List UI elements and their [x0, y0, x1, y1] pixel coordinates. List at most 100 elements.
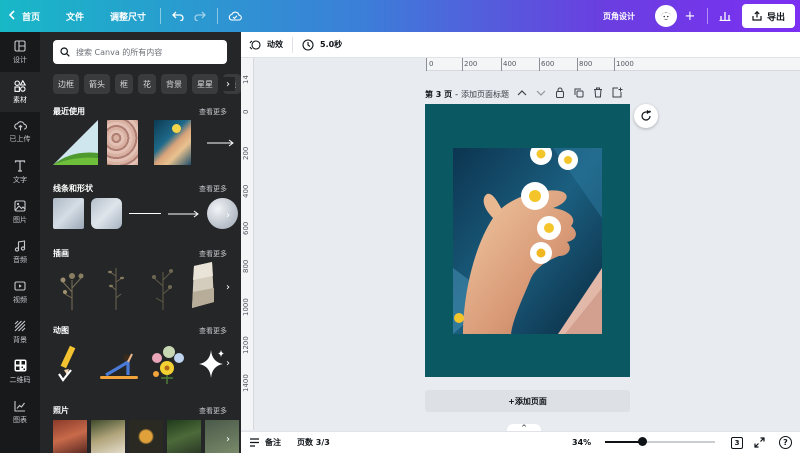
see-more-animated[interactable]: 查看更多	[199, 326, 227, 336]
resize-menu[interactable]: 调整尺寸	[102, 0, 154, 32]
shape-square-texture[interactable]	[53, 198, 84, 229]
fullscreen-button[interactable]	[754, 437, 765, 450]
photo-thumb-1[interactable]	[53, 420, 87, 453]
photo-thumb-3[interactable]	[129, 420, 163, 453]
shape-line[interactable]	[129, 198, 161, 229]
zoom-slider[interactable]	[605, 441, 715, 443]
ruler-mark: 0	[242, 109, 250, 114]
rail-item-charts[interactable]: 图表	[0, 392, 40, 432]
search-input[interactable]: 搜索 Canva 的所有内容	[53, 40, 227, 64]
redo-button[interactable]	[189, 0, 211, 32]
illustrations-scroll-right[interactable]: ›	[221, 280, 235, 294]
shapes-row	[53, 198, 238, 229]
page-count-button[interactable]: 页数 3/3	[297, 437, 330, 448]
add-page-after-button[interactable]	[612, 87, 623, 101]
recent-item-texture-photo[interactable]	[107, 120, 138, 165]
ruler-mark: 800	[579, 60, 593, 68]
add-collaborator-button[interactable]: +	[679, 0, 701, 32]
add-page-icon	[612, 87, 623, 98]
resize-label: 调整尺寸	[110, 12, 147, 23]
sticker-pencil-check[interactable]	[53, 344, 91, 384]
chip-border[interactable]: 边框	[53, 74, 79, 94]
ruler-tick	[426, 58, 427, 71]
rail-item-uploads[interactable]: 已上传	[0, 112, 40, 152]
rail-item-video[interactable]: 视频	[0, 272, 40, 312]
video-icon	[14, 280, 26, 291]
ruler-mark: 1200	[242, 336, 250, 354]
shape-arrow[interactable]	[168, 198, 200, 229]
file-menu[interactable]: 文件	[58, 0, 92, 32]
recent-item-hand-photo[interactable]	[154, 120, 191, 165]
chips-scroll-right[interactable]: ›	[221, 77, 235, 91]
see-more-illustrations[interactable]: 查看更多	[199, 249, 227, 259]
animate-button[interactable]: 动效	[267, 39, 283, 50]
recent-item-arrow-line[interactable]	[207, 120, 235, 165]
section-title-recent: 最近使用	[53, 107, 85, 116]
home-button[interactable]: 首页	[0, 0, 48, 32]
rail-item-design[interactable]: 设计	[0, 32, 40, 72]
rail-label: 素材	[13, 95, 27, 104]
ruler-mark: 200	[464, 60, 478, 68]
search-icon	[60, 47, 70, 57]
shapes-scroll-right[interactable]: ›	[221, 208, 235, 222]
duplicate-page-button[interactable]	[574, 88, 584, 101]
notes-button[interactable]: 备注	[249, 437, 281, 448]
chip-frame[interactable]: 框	[115, 74, 133, 94]
delete-page-button[interactable]	[593, 87, 603, 101]
avatar[interactable]	[654, 5, 677, 27]
sticker-yoga-person[interactable]	[98, 344, 140, 384]
rail-item-elements[interactable]: 素材	[0, 72, 40, 112]
rail-item-audio[interactable]: 音频	[0, 232, 40, 272]
rail-item-photos[interactable]: 图片	[0, 192, 40, 232]
lock-page-button[interactable]	[555, 87, 565, 101]
add-page-button[interactable]: +添加页面	[425, 390, 630, 412]
insights-button[interactable]	[714, 0, 736, 32]
photo-thumb-2[interactable]	[91, 420, 125, 453]
side-rail: 设计 素材 已上传 文字 图片 音频 视频 背景 二维码 图表	[0, 32, 40, 453]
rail-item-text[interactable]: 文字	[0, 152, 40, 192]
move-page-up-button[interactable]	[517, 89, 527, 100]
ruler-mark: 400	[503, 60, 517, 68]
chip-flower[interactable]: 花	[138, 74, 156, 94]
illustration-dried-flower-1[interactable]	[53, 262, 91, 310]
animated-scroll-right[interactable]: ›	[221, 356, 235, 370]
cloud-save-button[interactable]	[224, 0, 246, 32]
zoom-level[interactable]: 34%	[572, 438, 591, 447]
see-more-recent[interactable]: 查看更多	[199, 107, 227, 117]
shape-rounded-square[interactable]	[91, 198, 122, 229]
canvas-photo-hand-daisies[interactable]	[453, 148, 602, 334]
grid-page-number: 3	[734, 439, 740, 447]
ruler-tick	[501, 58, 502, 71]
copy-icon	[574, 88, 584, 97]
sticker-flowers-balloons[interactable]	[147, 342, 189, 386]
background-icon	[14, 320, 26, 331]
move-page-down-button[interactable]	[536, 89, 546, 100]
expand-icon	[754, 437, 765, 448]
see-more-photos[interactable]: 查看更多	[199, 406, 227, 416]
illustration-paper-scrap[interactable]	[188, 262, 218, 310]
illustration-dried-flower-2[interactable]	[98, 262, 136, 310]
undo-button[interactable]	[167, 0, 189, 32]
grid-view-button[interactable]: 3	[731, 437, 743, 449]
section-title-illustrations: 插画	[53, 249, 69, 258]
rail-item-background[interactable]: 背景	[0, 312, 40, 352]
rail-item-qrcode[interactable]: 二维码	[0, 352, 40, 392]
chip-background[interactable]: 背景	[161, 74, 187, 94]
chevron-down-icon	[536, 90, 546, 96]
design-title[interactable]: 页角设计	[603, 11, 635, 22]
duration-button[interactable]: 5.0秒	[320, 39, 342, 50]
regenerate-button[interactable]	[634, 104, 658, 128]
zoom-slider-handle[interactable]	[638, 437, 647, 446]
chip-star[interactable]: 星星	[192, 74, 218, 94]
recent-item-triangle-landscape[interactable]	[53, 120, 98, 165]
see-more-lines-shapes[interactable]: 查看更多	[199, 184, 227, 194]
rail-label: 图表	[13, 415, 27, 424]
chip-arrow[interactable]: 箭头	[84, 74, 110, 94]
photos-scroll-right[interactable]: ›	[221, 432, 235, 446]
photo-thumb-4[interactable]	[167, 420, 201, 453]
illustration-dried-flower-3[interactable]	[143, 262, 181, 310]
qrcode-icon	[14, 359, 26, 372]
help-button[interactable]: ?	[779, 436, 792, 449]
export-button[interactable]: 导出	[741, 4, 795, 28]
page-title-input[interactable]: 添加页面标题	[461, 89, 509, 100]
